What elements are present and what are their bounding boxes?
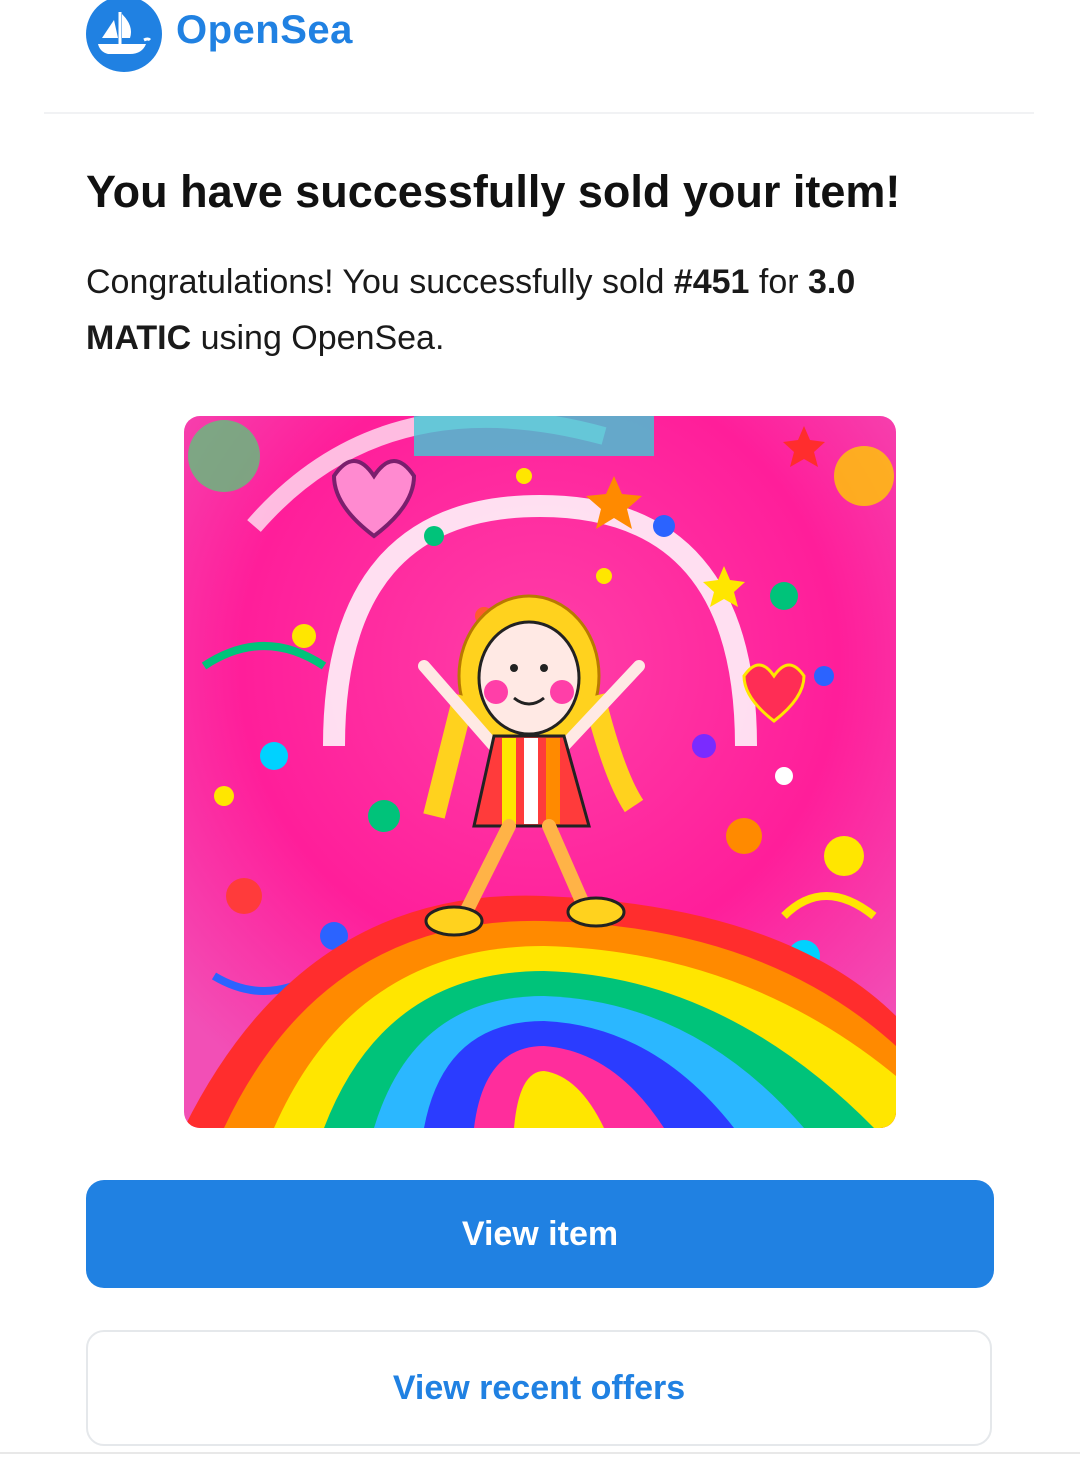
page-title: You have successfully sold your item! <box>86 166 901 217</box>
email-header: OpenSea <box>0 0 1080 112</box>
bottom-divider <box>0 1452 1080 1454</box>
opensea-wordmark[interactable]: OpenSea <box>176 8 353 53</box>
view-item-button[interactable]: View item <box>86 1180 994 1288</box>
sale-message: Congratulations! You successfully sold #… <box>86 254 946 366</box>
message-middle: for <box>749 263 809 301</box>
nft-artwork-image[interactable] <box>184 416 896 1128</box>
message-suffix: using OpenSea. <box>191 319 445 357</box>
view-recent-offers-button[interactable]: View recent offers <box>86 1330 992 1446</box>
header-divider <box>44 112 1034 114</box>
message-prefix: Congratulations! You successfully sold <box>86 263 674 301</box>
opensea-logo-icon[interactable] <box>84 0 164 72</box>
item-id: #451 <box>673 263 750 301</box>
